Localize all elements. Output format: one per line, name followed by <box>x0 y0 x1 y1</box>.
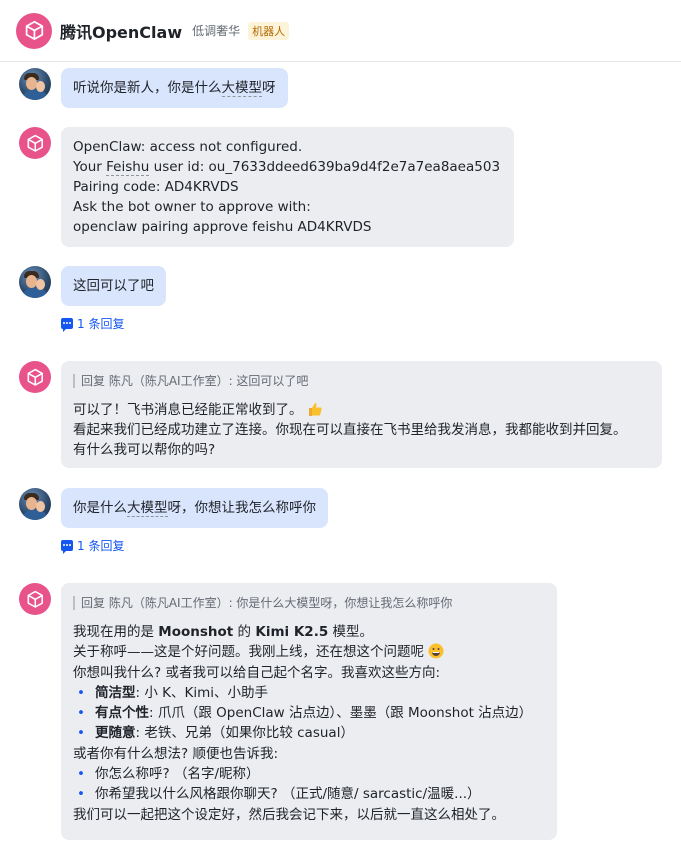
highlighted-term[interactable]: 大模型 <box>221 80 262 97</box>
message-bubble[interactable]: 这回可以了吧 <box>61 266 166 306</box>
message-bubble[interactable]: OpenClaw: access not configured. Your Fe… <box>61 127 515 247</box>
reply-quote[interactable]: 回复 陈凡（陈凡AI工作室）: 你是什么大模型呀，你想让我怎么称呼你 <box>73 596 545 610</box>
grinning-face-icon <box>428 643 444 659</box>
message-line: Ask the bot owner to approve with: <box>73 199 311 215</box>
message-line: 可以了！飞书消息已经能正常收到了。 <box>73 400 650 420</box>
chat-subtitle: 低调奢华 <box>192 24 241 38</box>
reply-quote[interactable]: 回复 陈凡（陈凡AI工作室）: 这回可以了吧 <box>73 374 650 388</box>
message-line: 看起来我们已经成功建立了连接。你现在可以直接在飞书里给我发消息，我都能收到并回复… <box>73 422 627 438</box>
message-bubble[interactable]: 听说你是新人，你是什么大模型呀 <box>61 68 288 108</box>
message-line: 或者你有什么想法? 顺便也告诉我: <box>73 745 279 762</box>
message-line: openclaw pairing approve feishu AD4KRVDS <box>73 219 372 235</box>
message-line: 有什么我可以帮你的吗? <box>73 442 216 458</box>
highlighted-term[interactable]: 大模型 <box>127 500 168 517</box>
message-text: 呀 <box>262 80 276 96</box>
chat-header: 腾讯OpenClaw 低调奢华 机器人 <box>0 0 681 62</box>
cube-icon <box>27 368 43 386</box>
cube-icon <box>25 20 43 41</box>
message-line: 我现在用的是 Moonshot 的 Kimi K2.5 模型。 <box>73 624 374 640</box>
thread-reply-link[interactable]: 1 条回复 <box>61 537 124 554</box>
list-item: • 你希望我以什么风格跟你聊天? （正式/随意/ sarcastic/温暖...） <box>77 786 481 803</box>
comment-icon <box>61 540 73 554</box>
list-item: • 你怎么称呼? （名字/昵称） <box>77 766 260 783</box>
message-line: 我们可以一起把这个设定好，然后我会记下来，以后就一直这么相处了。 <box>73 806 505 823</box>
message-text: 你是什么 <box>73 500 127 516</box>
message-line: Your Feishu user id: ou_7633ddeed639ba9d… <box>73 159 501 176</box>
list-item: • 有点个性: 爪爪（跟 OpenClaw 沾点边）、墨墨（跟 Moonshot … <box>77 705 533 722</box>
thread-reply-link[interactable]: 1 条回复 <box>61 315 124 332</box>
bot-avatar[interactable] <box>16 12 52 49</box>
chat-title[interactable]: 腾讯OpenClaw <box>60 19 182 43</box>
comment-icon <box>61 318 73 332</box>
message-line: Pairing code: AD4KRVDS <box>73 179 239 195</box>
reply-count: 1 条回复 <box>77 539 125 553</box>
message-line: 你想叫我什么? 或者我可以给自己起个名字。我喜欢这些方向: <box>73 664 441 681</box>
thumbs-up-icon <box>308 403 322 416</box>
message-line: 关于称呼——这是个好问题。我刚上线，还在想这个问题呢 <box>73 642 545 662</box>
bot-avatar[interactable] <box>19 361 51 393</box>
cube-icon <box>27 134 43 152</box>
list-item: • 简洁型: 小 K、Kimi、小助手 <box>77 684 268 701</box>
highlighted-term[interactable]: Feishu <box>106 159 150 176</box>
list-item: • 更随意: 老铁、兄弟（如果你比较 casual） <box>77 725 354 742</box>
user-avatar[interactable] <box>19 488 51 520</box>
message-text: 听说你是新人，你是什么 <box>73 80 222 96</box>
user-avatar[interactable] <box>19 68 51 100</box>
message-bubble[interactable]: 你是什么大模型呀，你想让我怎么称呼你 <box>61 488 328 528</box>
message-text: 这回可以了吧 <box>73 278 154 294</box>
user-avatar[interactable] <box>19 266 51 298</box>
message-bubble[interactable]: 回复 陈凡（陈凡AI工作室）: 这回可以了吧 可以了！飞书消息已经能正常收到了。… <box>61 361 662 468</box>
bot-badge: 机器人 <box>248 21 290 40</box>
bot-avatar[interactable] <box>19 127 51 159</box>
message-bubble[interactable]: 回复 陈凡（陈凡AI工作室）: 你是什么大模型呀，你想让我怎么称呼你 我现在用的… <box>61 583 557 840</box>
message-text: 呀，你想让我怎么称呼你 <box>167 500 317 516</box>
cube-icon <box>27 590 43 608</box>
reply-count: 1 条回复 <box>77 317 125 331</box>
message-line: OpenClaw: access not configured. <box>73 139 303 155</box>
bot-avatar[interactable] <box>19 583 51 615</box>
